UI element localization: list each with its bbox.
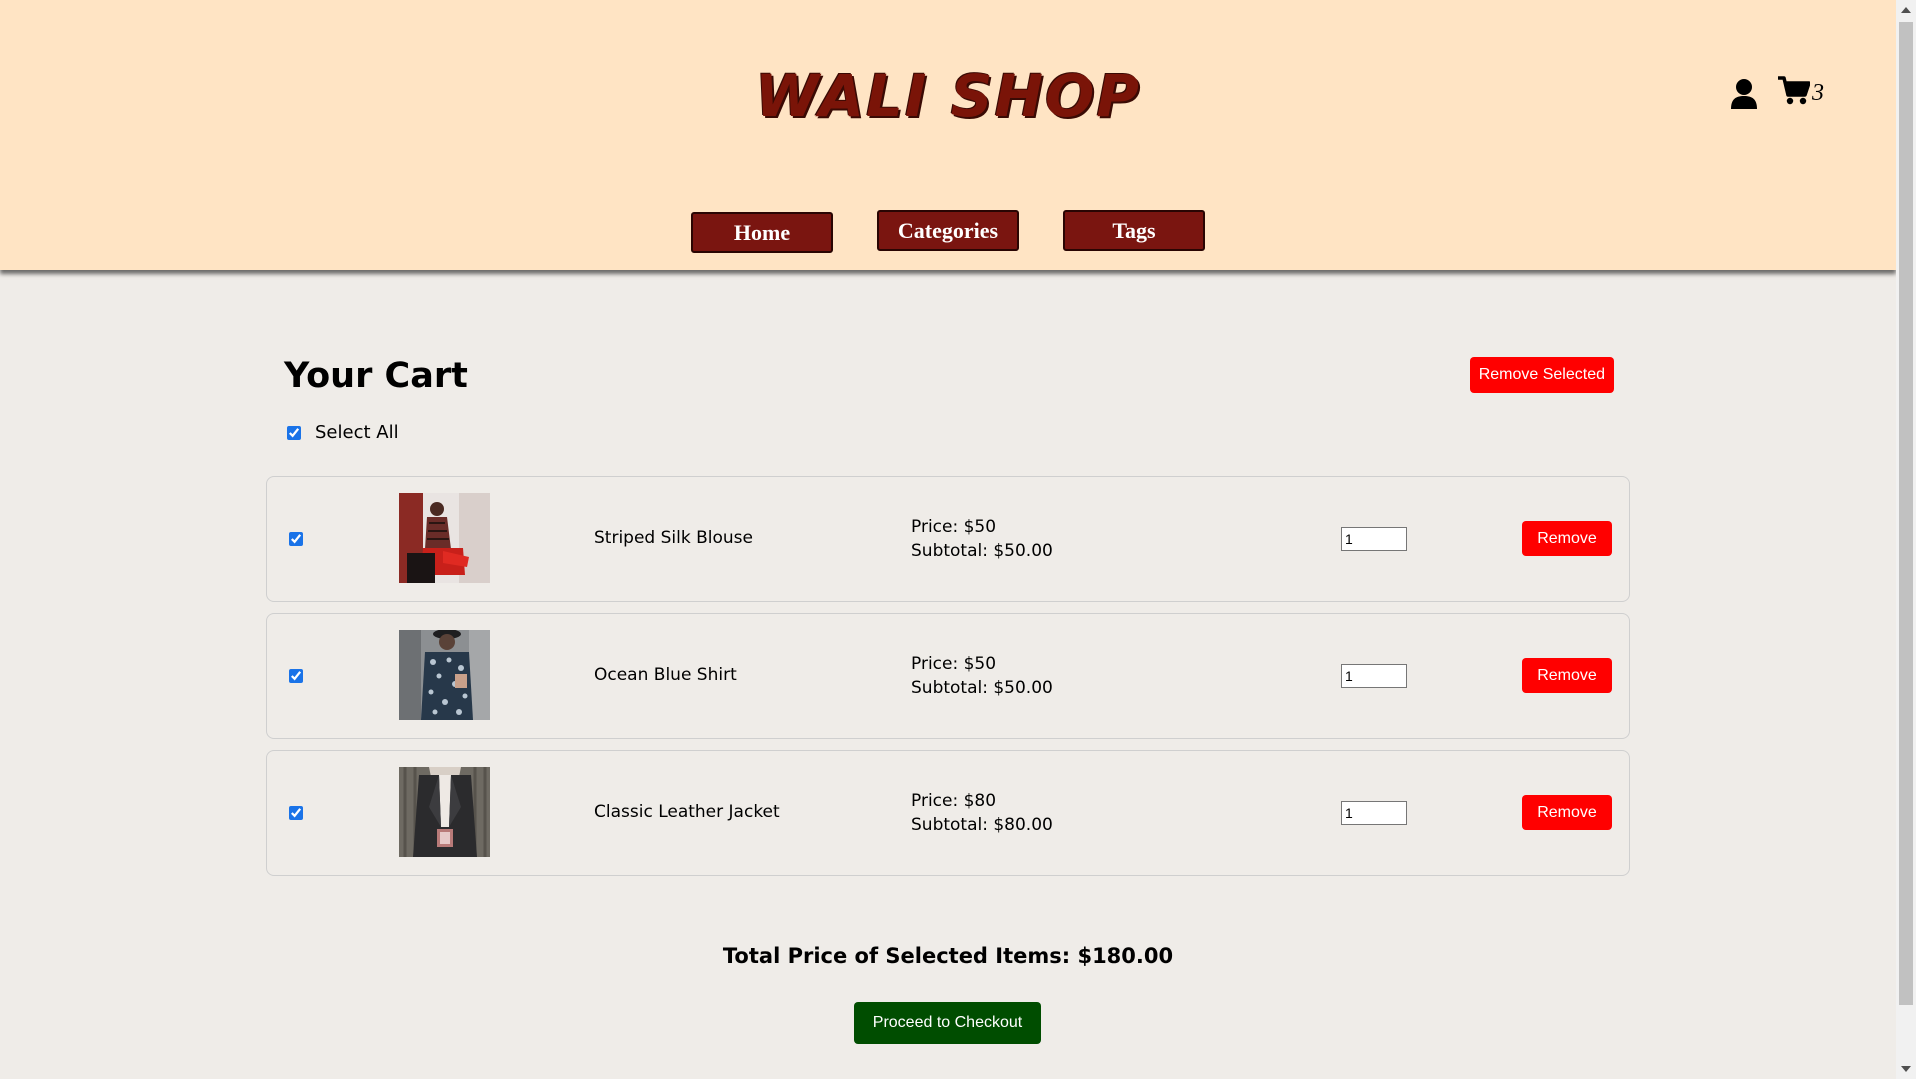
remove-item-button[interactable]: Remove	[1522, 658, 1612, 693]
item-price: Price: $50	[911, 517, 997, 537]
nav-home-button[interactable]: Home	[691, 212, 833, 253]
main-nav: Home Categories Tags	[0, 210, 1896, 253]
quantity-input[interactable]	[1341, 801, 1407, 825]
remove-item-button[interactable]: Remove	[1522, 795, 1612, 830]
product-image-blouse[interactable]	[399, 493, 490, 583]
item-subtotal: Subtotal: $50.00	[911, 541, 1053, 561]
scroll-down-arrow-icon[interactable]	[1901, 1066, 1911, 1072]
cart-item: Striped Silk Blouse Price: $50 Subtotal:…	[266, 476, 1630, 602]
cart-icon	[1778, 76, 1811, 111]
select-all-checkbox[interactable]	[287, 425, 301, 440]
nav-categories-button[interactable]: Categories	[877, 210, 1019, 251]
item-checkbox[interactable]	[289, 669, 303, 683]
site-header: WALI SHOP 3 Home Categories Tags	[0, 0, 1896, 270]
scroll-up-arrow-icon[interactable]	[1901, 7, 1911, 13]
item-name[interactable]: Classic Leather Jacket	[594, 802, 780, 822]
cart-item: Classic Leather Jacket Price: $80 Subtot…	[266, 750, 1630, 876]
page-scrollbar[interactable]	[1896, 0, 1916, 1079]
select-all[interactable]: Select All	[287, 422, 399, 443]
item-price: Price: $80	[911, 791, 997, 811]
cart-items-list: Striped Silk Blouse Price: $50 Subtotal:…	[266, 476, 1630, 887]
item-subtotal: Subtotal: $80.00	[911, 815, 1053, 835]
item-subtotal: Subtotal: $50.00	[911, 678, 1053, 698]
header-icons: 3	[1730, 76, 1824, 111]
item-price: Price: $50	[911, 654, 997, 674]
shop-logo[interactable]: WALI SHOP	[0, 62, 1896, 130]
quantity-input[interactable]	[1341, 527, 1407, 551]
user-icon[interactable]	[1730, 78, 1758, 110]
nav-tags-button[interactable]: Tags	[1063, 210, 1205, 251]
item-prices: Price: $50 Subtotal: $50.00	[911, 652, 1053, 700]
remove-item-button[interactable]: Remove	[1522, 521, 1612, 556]
cart-count-badge: 3	[1812, 80, 1824, 106]
checkout-button[interactable]: Proceed to Checkout	[854, 1002, 1041, 1044]
item-checkbox[interactable]	[289, 532, 303, 546]
page: WALI SHOP 3 Home Categories Tags Your Ca…	[0, 0, 1916, 1079]
item-name[interactable]: Ocean Blue Shirt	[594, 665, 737, 685]
select-all-label: Select All	[315, 422, 399, 443]
product-image-shirt[interactable]	[399, 630, 490, 720]
page-title: Your Cart	[284, 356, 468, 396]
item-name[interactable]: Striped Silk Blouse	[594, 528, 753, 548]
item-prices: Price: $80 Subtotal: $80.00	[911, 789, 1053, 837]
item-checkbox[interactable]	[289, 806, 303, 820]
scrollbar-thumb[interactable]	[1899, 22, 1913, 1005]
item-prices: Price: $50 Subtotal: $50.00	[911, 515, 1053, 563]
total-price: Total Price of Selected Items: $180.00	[722, 944, 1174, 968]
remove-selected-button[interactable]: Remove Selected	[1469, 357, 1614, 393]
cart-item: Ocean Blue Shirt Price: $50 Subtotal: $5…	[266, 613, 1630, 739]
quantity-input[interactable]	[1341, 664, 1407, 688]
product-image-jacket[interactable]	[399, 767, 490, 857]
cart-button[interactable]: 3	[1778, 76, 1824, 111]
